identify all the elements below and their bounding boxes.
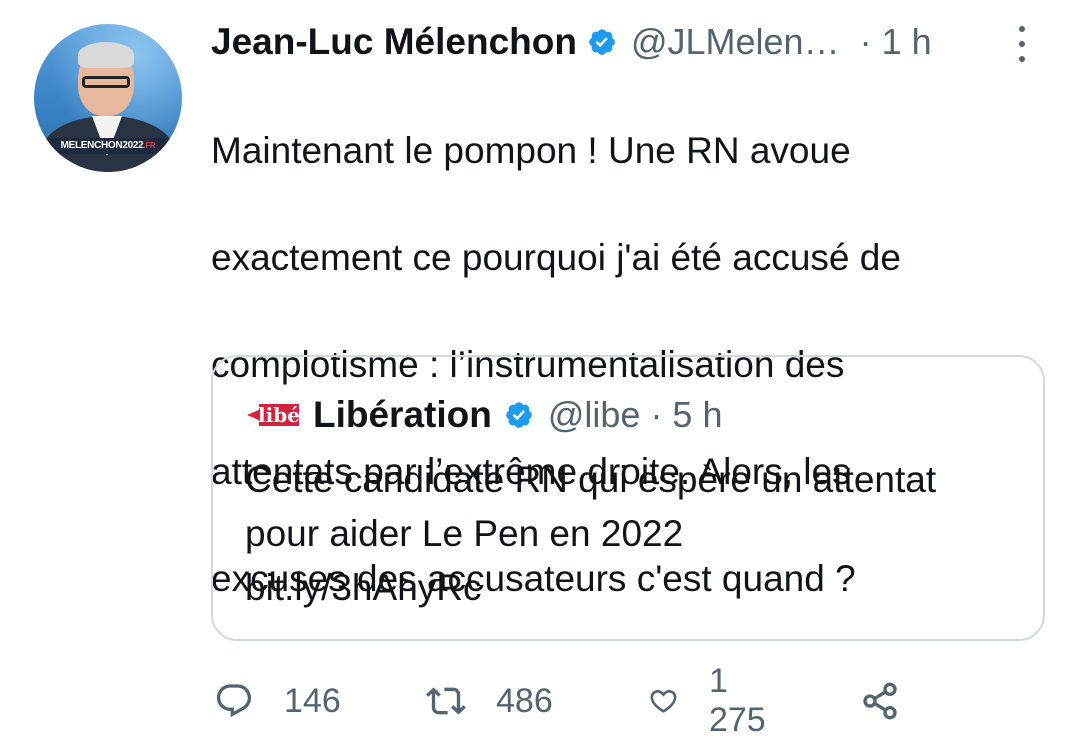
reply-icon bbox=[216, 684, 252, 718]
retweet-button[interactable]: 486 bbox=[426, 678, 553, 724]
like-count: 1 275 bbox=[708, 662, 766, 739]
retweet-icon bbox=[426, 687, 466, 715]
verified-badge-icon bbox=[506, 402, 532, 428]
reply-button[interactable]: 146 bbox=[214, 678, 341, 724]
svg-text:libé: libé bbox=[258, 403, 300, 427]
tweet-text-line: exactement ce pourquoi j'ai été accusé d… bbox=[211, 236, 901, 278]
quoted-tweet-timestamp[interactable]: · 5 h bbox=[650, 394, 722, 436]
avatar-banner: MELENCHON2022.FR bbox=[48, 138, 168, 154]
more-dot bbox=[1019, 41, 1025, 47]
heart-icon bbox=[650, 690, 677, 713]
retweet-count: 486 bbox=[496, 681, 553, 720]
like-button[interactable]: 1 275 bbox=[648, 662, 775, 739]
quoted-tweet-text: Cette candidate RN qui espère un attenta… bbox=[245, 453, 1025, 615]
reply-count: 146 bbox=[284, 681, 341, 720]
author-handle[interactable]: @JLMelen… bbox=[631, 21, 840, 63]
quoted-text-line: Cette candidate RN qui espère un attenta… bbox=[245, 459, 937, 500]
tweet-header: Jean-Luc Mélenchon @JLMelen… · 1 h bbox=[211, 20, 932, 64]
share-icon bbox=[863, 682, 897, 720]
avatar-glasses bbox=[82, 76, 130, 88]
author-avatar[interactable]: MELENCHON2022.FR bbox=[34, 24, 182, 172]
quoted-tweet-header: libé Libération @libe · 5 h bbox=[247, 393, 722, 437]
quoted-link[interactable]: bit.ly/3hAhyRc bbox=[245, 561, 1025, 615]
author-name[interactable]: Jean-Luc Mélenchon bbox=[211, 21, 577, 63]
tweet-timestamp[interactable]: · 1 h bbox=[860, 21, 932, 63]
share-button[interactable] bbox=[860, 678, 900, 724]
verified-badge-icon bbox=[589, 29, 615, 55]
more-dot bbox=[1019, 56, 1025, 62]
quoted-author-handle[interactable]: @libe bbox=[548, 394, 641, 436]
tweet-text-line: Maintenant le pompon ! Une RN avoue bbox=[211, 129, 851, 171]
quoted-tweet-card[interactable]: libé Libération @libe · 5 h Cette candid… bbox=[211, 355, 1045, 641]
more-options-icon[interactable] bbox=[1012, 24, 1032, 64]
quoted-text-line: pour aider Le Pen en 2022 bbox=[245, 513, 684, 554]
avatar-hair bbox=[78, 42, 134, 68]
more-dot bbox=[1019, 26, 1025, 32]
liberation-logo-icon: libé bbox=[247, 403, 300, 427]
quoted-author-name[interactable]: Libération bbox=[313, 394, 492, 436]
